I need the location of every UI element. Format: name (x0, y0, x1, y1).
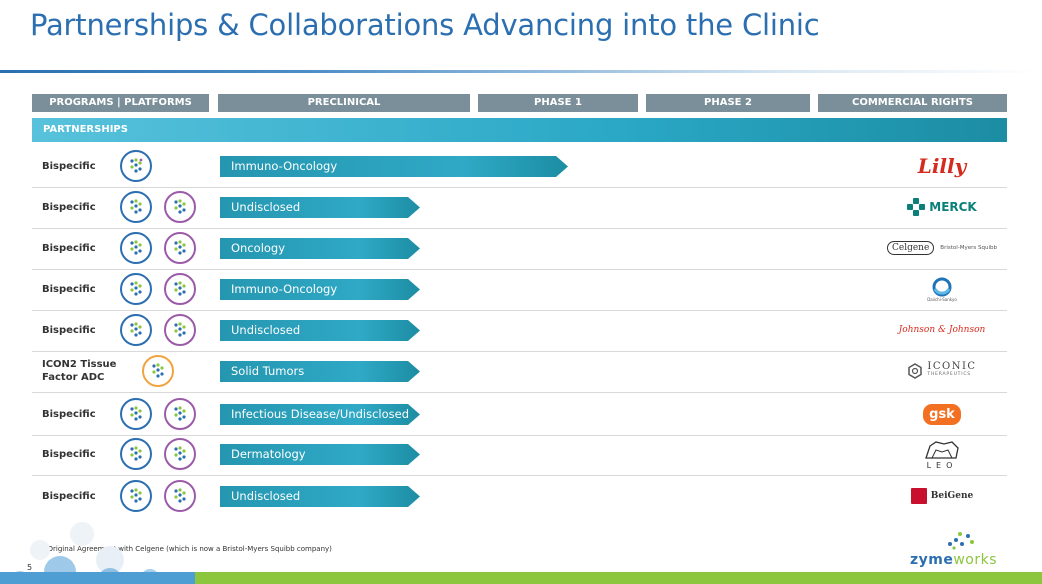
slide-title: Partnerships & Collaborations Advancing … (30, 8, 820, 42)
header-commercial-rights: COMMERCIAL RIGHTS (818, 94, 1007, 112)
table-row: Bispecific Oncology Celgene Bristol-Myer… (32, 228, 1007, 270)
daiichi-mark-icon (932, 277, 952, 296)
progress-arrow: Oncology (220, 238, 420, 259)
progress-arrow: Undisclosed (220, 197, 420, 218)
progress-arrow: Immuno-Oncology (220, 279, 420, 300)
program-label: Bispecific (42, 201, 96, 213)
zymeworks-dots-icon (948, 532, 974, 550)
program-label: Bispecific (42, 408, 96, 420)
program-label: Bispecific (42, 160, 96, 172)
partner-logo-leo: LEO (880, 434, 1004, 474)
header-preclinical: PRECLINICAL (218, 94, 470, 112)
program-label: ICON2 Tissue Factor ADC (42, 359, 117, 383)
program-label: Bispecific (42, 324, 96, 336)
header-phase1: PHASE 1 (478, 94, 638, 112)
partner-logo-merck: MERCK (880, 187, 1004, 227)
platform-efect-icon (164, 314, 196, 346)
title-divider (0, 70, 1042, 73)
beigene-seal-icon (910, 488, 927, 504)
table-row: Bispecific Undisclosed Johnson & Johnson (32, 310, 1007, 352)
partner-logo-gsk: gsk (880, 394, 1004, 434)
table-row: Bispecific Immuno-Oncology Daiichi-Sanky… (32, 269, 1007, 311)
progress-arrow: Infectious Disease/Undisclosed (220, 404, 420, 425)
merck-mark-icon (907, 198, 926, 216)
platform-azymetric-icon (120, 438, 152, 470)
partner-logo-beigene: BeiGene (880, 476, 1004, 516)
row-divider (32, 392, 1007, 393)
table-row: Bispecific Immuno-Oncology Lilly (32, 146, 1007, 188)
platform-zymelink-icon (142, 355, 174, 387)
table-row: Bispecific Infectious Disease/Undisclose… (32, 394, 1007, 436)
platform-azymetric-icon (120, 314, 152, 346)
progress-arrow: Solid Tumors (220, 361, 420, 382)
platform-efect-icon (164, 438, 196, 470)
platform-efect-icon (164, 480, 196, 512)
progress-arrow: Dermatology (220, 444, 420, 465)
partner-logo-jnj: Johnson & Johnson (898, 325, 986, 335)
progress-arrow: Undisclosed (220, 320, 420, 341)
platform-efect-icon (164, 232, 196, 264)
pipeline-header: PROGRAMS | PLATFORMS PRECLINICAL PHASE 1… (32, 94, 1007, 112)
program-label: Bispecific (42, 490, 96, 502)
program-label: Bispecific (42, 448, 96, 460)
header-phase2: PHASE 2 (646, 94, 810, 112)
progress-arrow: Undisclosed (220, 486, 420, 507)
partner-logo-daiichi-sankyo: Daiichi-Sankyo (880, 269, 1004, 309)
platform-efect-icon (164, 273, 196, 305)
partner-logo-iconic: ICONIC THERAPEUTICS (880, 351, 1004, 391)
platform-azymetric-icon (120, 480, 152, 512)
platform-azymetric-icon (120, 150, 152, 182)
partner-logo-celgene-bms: Celgene Bristol-Myers Squibb (880, 228, 1004, 268)
table-row: ICON2 Tissue Factor ADC Solid Tumors ICO… (32, 351, 1007, 393)
partner-logo-lilly: Lilly (917, 154, 967, 178)
zymeworks-logo: zymeworks (910, 530, 1010, 570)
platform-azymetric-icon (120, 191, 152, 223)
header-programs: PROGRAMS | PLATFORMS (32, 94, 209, 112)
lion-icon (925, 441, 959, 459)
platform-efect-icon (164, 191, 196, 223)
platform-efect-icon (164, 398, 196, 430)
progress-arrow: Immuno-Oncology (220, 156, 568, 177)
iconic-mark-icon (908, 363, 923, 379)
table-row: Bispecific Undisclosed MERCK (32, 187, 1007, 229)
platform-azymetric-icon (120, 273, 152, 305)
footer-bar-blue (0, 572, 195, 584)
program-label: Bispecific (42, 283, 96, 295)
zymeworks-wordmark: zymeworks (910, 552, 998, 568)
platform-azymetric-icon (120, 398, 152, 430)
footer-bar-green (195, 572, 1042, 584)
section-partnerships: PARTNERSHIPS (32, 118, 1007, 142)
table-row: Bispecific Dermatology LEO (32, 434, 1007, 476)
program-label: Bispecific (42, 242, 96, 254)
page-number: 5 (27, 563, 33, 572)
table-row: Bispecific Undisclosed BeiGene (32, 476, 1007, 516)
platform-azymetric-icon (120, 232, 152, 264)
